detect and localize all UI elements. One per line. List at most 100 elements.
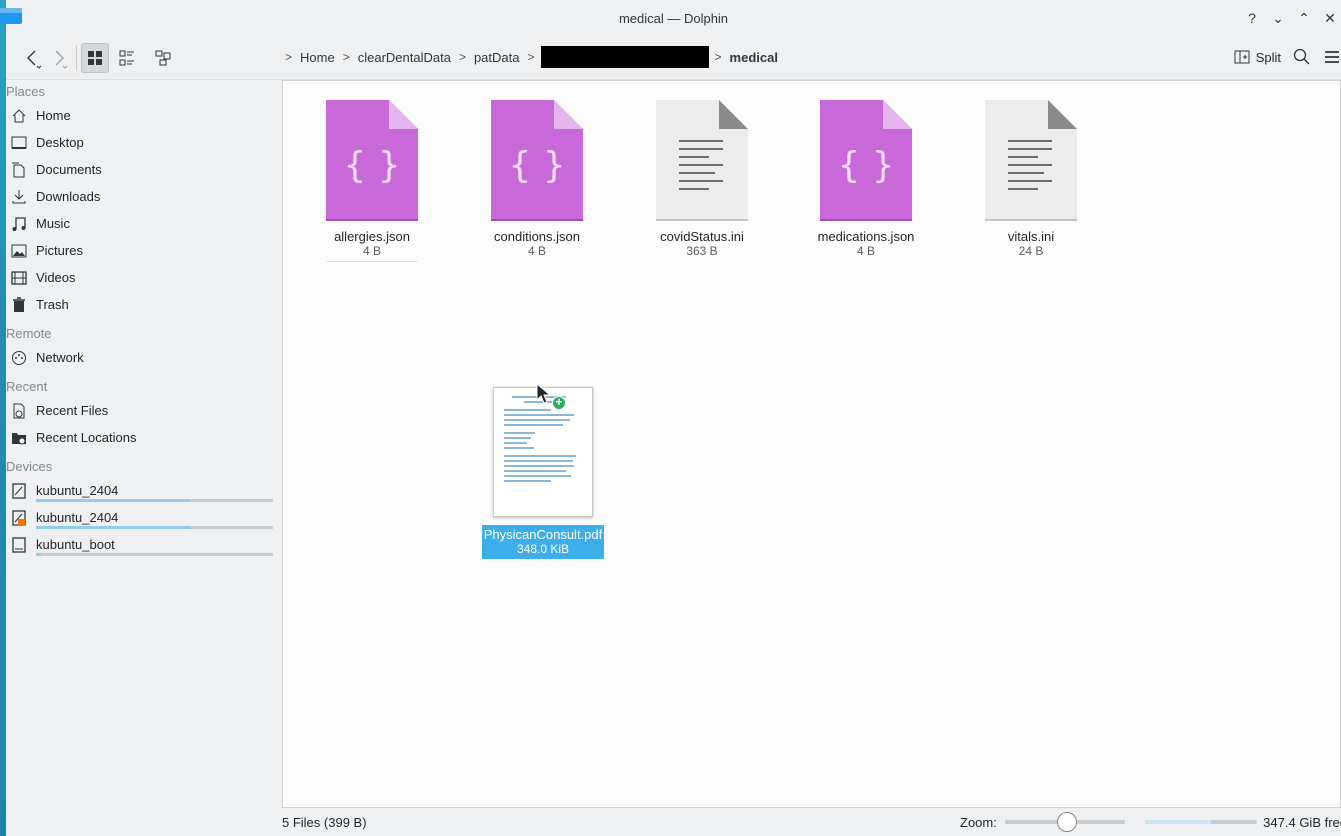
redacted-breadcrumb[interactable] xyxy=(540,46,709,68)
compact-view-button[interactable] xyxy=(113,43,141,73)
sidebar-item-documents[interactable]: Documents xyxy=(6,156,282,183)
sidebar-item-trash[interactable]: Trash xyxy=(6,291,282,318)
sidebar-item-home[interactable]: Home xyxy=(6,102,282,129)
zoom-label: Zoom: xyxy=(960,814,997,830)
split-label: Split xyxy=(1255,49,1281,65)
file-name: covidStatus.ini xyxy=(660,229,744,244)
sidebar-item-recent-files[interactable]: Recent Files xyxy=(6,397,282,424)
sidebar-item-desktop[interactable]: Desktop xyxy=(6,129,282,156)
drive-boot-icon xyxy=(10,536,28,554)
hamburger-menu-icon[interactable] xyxy=(1323,48,1341,66)
zoom-control: Zoom: xyxy=(960,812,1125,832)
help-button[interactable]: ? xyxy=(1241,8,1263,28)
chevron-left-icon xyxy=(27,50,42,69)
file-item-conditions-json[interactable]: { } conditions.json 4 B xyxy=(467,99,607,258)
breadcrumb-separator[interactable]: > xyxy=(343,50,350,64)
file-size: 4 B xyxy=(362,244,381,258)
status-summary: 5 Files (399 B) xyxy=(282,814,367,830)
chevron-right-icon xyxy=(55,50,68,69)
icons-view-button[interactable] xyxy=(81,42,109,73)
zoom-slider[interactable] xyxy=(1004,812,1125,832)
json-file-icon: { } xyxy=(820,100,912,221)
breadcrumb: > Home > clearDentalData > patData > > m… xyxy=(285,42,780,72)
breadcrumb-root-separator[interactable]: > xyxy=(285,50,292,64)
close-button[interactable]: ✕ xyxy=(1319,8,1341,28)
split-button[interactable]: Split xyxy=(1234,49,1281,65)
breadcrumb-pat-data[interactable]: patData xyxy=(472,50,522,65)
sidebar-item-pictures[interactable]: Pictures xyxy=(6,237,282,264)
sidebar-item-label: Recent Locations xyxy=(36,430,137,445)
file-item-medications-json[interactable]: { } medications.json 4 B xyxy=(796,99,936,258)
desktop-icon xyxy=(10,134,28,152)
free-space-label: 347.4 GiB free xyxy=(1263,814,1341,830)
window-controls: ? ⌄ ⌃ ✕ xyxy=(1241,8,1341,28)
file-size: 4 B xyxy=(527,244,546,258)
places-header: Places xyxy=(6,83,46,99)
zoom-slider-handle[interactable] xyxy=(1056,812,1077,832)
title-bar: medical — Dolphin ? ⌄ ⌃ ✕ xyxy=(0,0,1341,36)
maximize-button[interactable]: ⌃ xyxy=(1293,8,1315,28)
device-usage-fill xyxy=(36,499,191,502)
split-view-icon xyxy=(1234,50,1250,64)
details-view-icon xyxy=(155,50,171,65)
sidebar-item-label: kubuntu_2404 xyxy=(36,510,119,525)
device-usage-bar xyxy=(36,553,273,556)
mouse-cursor-icon xyxy=(536,383,552,404)
toolbar: > Home > clearDentalData > patData > > m… xyxy=(6,36,1341,80)
places-panel: Places Home Desktop Documents Downloads … xyxy=(6,80,282,808)
breadcrumb-separator[interactable]: > xyxy=(459,50,466,64)
sidebar-item-network[interactable]: Network xyxy=(6,344,282,371)
device-usage-fill xyxy=(36,553,41,556)
file-size: 348.0 KiB xyxy=(516,542,570,556)
file-name: PhysicanConsult.pdf xyxy=(483,527,603,542)
file-item-vitals-ini[interactable]: vitals.ini 24 B xyxy=(961,99,1101,258)
file-name: vitals.ini xyxy=(1007,229,1055,244)
file-item-covidstatus-ini[interactable]: covidStatus.ini 363 B xyxy=(632,99,772,258)
file-item-physicanconsult-pdf[interactable]: + PhysicanConsult.pdf 348.0 KiB xyxy=(473,387,613,559)
sidebar-item-downloads[interactable]: Downloads xyxy=(6,183,282,210)
sidebar-item-label: Downloads xyxy=(36,189,101,204)
trash-icon xyxy=(10,296,28,314)
network-icon xyxy=(10,349,28,367)
icons-view-icon xyxy=(88,50,102,65)
sidebar-item-device-kubuntu-boot[interactable]: kubuntu_boot xyxy=(6,531,282,558)
breadcrumb-home[interactable]: Home xyxy=(298,50,337,65)
search-icon[interactable] xyxy=(1293,48,1311,66)
minimize-button[interactable]: ⌄ xyxy=(1267,8,1289,28)
recent-header: Recent xyxy=(6,378,48,394)
svg-text:{ }: { } xyxy=(837,145,894,186)
file-size: 24 B xyxy=(1018,244,1044,258)
file-item-allergies-json[interactable]: { } allergies.json 4 B xyxy=(302,99,442,262)
compact-view-icon xyxy=(119,50,134,65)
home-icon xyxy=(10,107,28,125)
file-size: 4 B xyxy=(856,244,875,258)
window-title: medical — Dolphin xyxy=(618,10,729,26)
sidebar-item-device-kubuntu-2404-locked[interactable]: kubuntu_2404 xyxy=(6,504,282,531)
breadcrumb-separator[interactable]: > xyxy=(528,50,535,64)
devices-header: Devices xyxy=(6,458,53,474)
back-button[interactable] xyxy=(20,43,46,73)
breadcrumb-medical[interactable]: medical xyxy=(728,50,780,65)
details-view-button[interactable] xyxy=(149,43,177,73)
sidebar-item-label: kubuntu_boot xyxy=(36,537,115,552)
sidebar-item-device-kubuntu-2404[interactable]: kubuntu_2404 xyxy=(6,477,282,504)
file-name: allergies.json xyxy=(334,229,410,244)
device-usage-bar xyxy=(36,526,273,529)
sidebar-item-music[interactable]: Music xyxy=(6,210,282,237)
recent-files-icon xyxy=(10,402,28,420)
toolbar-right: Split xyxy=(1234,42,1341,72)
sidebar-item-label: Videos xyxy=(36,270,76,285)
breadcrumb-clear-dental-data[interactable]: clearDentalData xyxy=(356,50,453,65)
drive-icon xyxy=(10,482,28,500)
downloads-icon xyxy=(10,188,28,206)
sidebar-item-recent-locations[interactable]: Recent Locations xyxy=(6,424,282,451)
breadcrumb-separator[interactable]: > xyxy=(715,50,722,64)
forward-button[interactable] xyxy=(46,43,72,73)
sidebar-item-label: Network xyxy=(36,350,84,365)
sidebar-item-label: Documents xyxy=(36,162,102,177)
remote-header: Remote xyxy=(6,325,52,341)
file-view[interactable]: { } allergies.json 4 B { } conditions.js… xyxy=(282,80,1341,808)
videos-icon xyxy=(10,269,28,287)
pictures-icon xyxy=(10,242,28,260)
sidebar-item-videos[interactable]: Videos xyxy=(6,264,282,291)
